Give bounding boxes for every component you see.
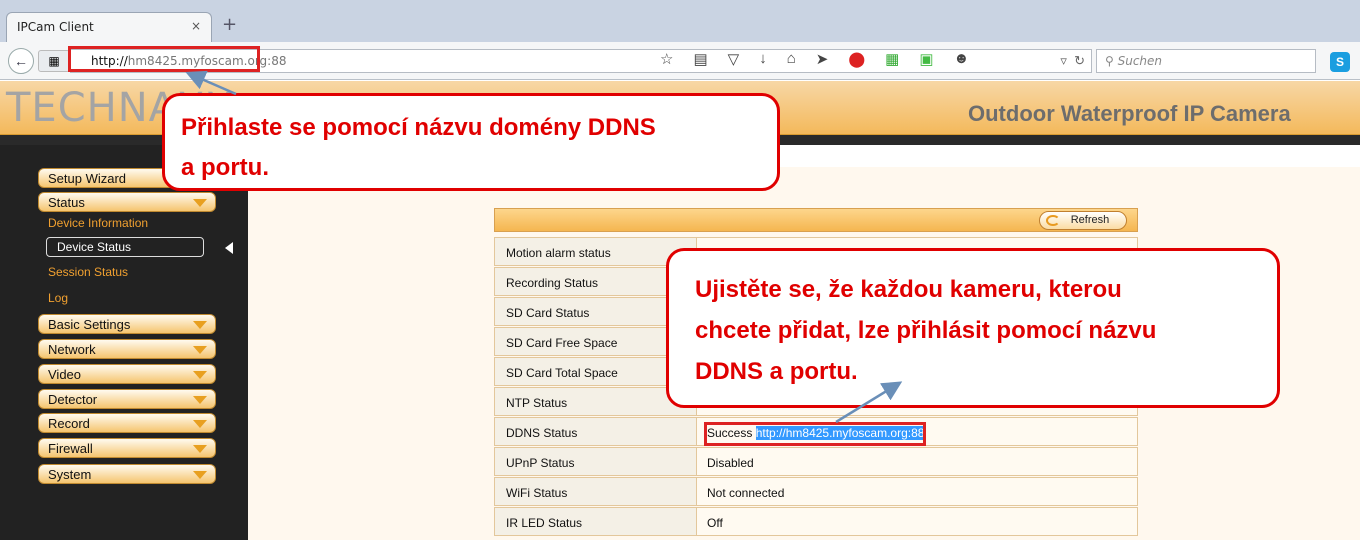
menu-system[interactable]: System: [38, 464, 216, 484]
callout-text: a portu.: [181, 154, 269, 181]
skype-icon[interactable]: S: [1330, 52, 1350, 72]
status-table-header: Refresh: [494, 208, 1138, 232]
home-icon[interactable]: ⌂: [787, 50, 796, 68]
menu-setup-wizard-label: Setup Wizard: [48, 171, 127, 186]
callout-text: chcete přidat, lze přihlásit pomocí názv…: [695, 317, 1157, 344]
callout-text: Ujistěte se, že každou kameru, kterou: [695, 276, 1122, 303]
menu-label: Network: [48, 342, 96, 357]
callout-ensure-login: Ujistěte se, že každou kameru, kterou ch…: [666, 248, 1280, 408]
row-value: Off: [707, 516, 723, 530]
row-value: Not connected: [707, 486, 785, 500]
chevron-down-icon: [193, 321, 207, 329]
table-row: IR LED Status Off: [494, 507, 1138, 536]
menu-label: Video: [48, 367, 82, 382]
green-extension-icon[interactable]: ▣: [919, 50, 933, 68]
reading-list-icon[interactable]: ▤: [693, 50, 707, 68]
send-icon[interactable]: ➤: [816, 50, 829, 68]
chevron-down-icon: [193, 199, 207, 207]
row-label: WiFi Status: [495, 478, 697, 505]
menu-record[interactable]: Record: [38, 413, 216, 433]
row-label: DDNS Status: [495, 418, 697, 445]
menu-label: System: [48, 467, 92, 482]
row-label: UPnP Status: [495, 448, 697, 475]
back-arrow-icon[interactable]: ←: [8, 48, 34, 74]
submenu-log[interactable]: Log: [48, 291, 68, 305]
page-title: Outdoor Waterproof IP Camera: [968, 101, 1291, 126]
menu-label: Basic Settings: [48, 317, 131, 332]
chevron-down-icon: [193, 371, 207, 379]
search-input[interactable]: ⚲ Suchen: [1096, 49, 1316, 73]
menu-status-label: Status: [48, 195, 85, 210]
row-value: Disabled: [707, 456, 754, 470]
refresh-label: Refresh: [1070, 214, 1110, 226]
submenu-device-status[interactable]: Device Status: [46, 237, 204, 257]
extension-icon[interactable]: ▦: [885, 50, 899, 68]
adblock-icon[interactable]: ⬤: [848, 50, 865, 68]
close-tab-icon[interactable]: ×: [191, 19, 201, 33]
submenu-device-information[interactable]: Device Information: [48, 216, 148, 230]
callout-text: Přihlaste se pomocí názvu domény DDNS: [181, 114, 656, 141]
chat-icon[interactable]: ☻: [954, 50, 970, 68]
menu-label: Record: [48, 416, 90, 431]
chevron-down-icon: [193, 396, 207, 404]
new-tab-icon[interactable]: +: [222, 14, 237, 35]
chevron-down-icon: [193, 420, 207, 428]
chevron-down-icon: [193, 471, 207, 479]
chevron-down-icon: [193, 346, 207, 354]
active-pointer-icon: [225, 242, 233, 254]
menu-detector[interactable]: Detector: [38, 389, 216, 409]
pocket-icon[interactable]: ▽: [728, 50, 740, 68]
search-placeholder: Suchen: [1117, 54, 1163, 68]
browser-tab[interactable]: IPCam Client ×: [6, 12, 212, 42]
browser-tabbar: IPCam Client × +: [0, 0, 1360, 42]
menu-basic-settings[interactable]: Basic Settings: [38, 314, 216, 334]
download-icon[interactable]: ↓: [759, 50, 767, 68]
ddns-highlight-box: [704, 422, 926, 446]
row-label: IR LED Status: [495, 508, 697, 535]
tab-title: IPCam Client: [17, 20, 94, 34]
menu-label: Firewall: [48, 441, 93, 456]
menu-network[interactable]: Network: [38, 339, 216, 359]
reload-icon[interactable]: ▿ ↻: [1060, 53, 1085, 69]
submenu-session-status[interactable]: Session Status: [48, 265, 128, 279]
refresh-icon: [1046, 215, 1060, 226]
menu-label: Detector: [48, 392, 98, 407]
url-highlight-box: [68, 46, 260, 72]
table-row: UPnP Status Disabled: [494, 447, 1138, 476]
menu-status[interactable]: Status: [38, 192, 216, 212]
callout-login-ddns: Přihlaste se pomocí názvu domény DDNS a …: [162, 93, 780, 191]
refresh-button[interactable]: Refresh: [1039, 211, 1127, 230]
callout-text: DDNS a portu.: [695, 358, 858, 385]
bookmark-star-icon[interactable]: ☆: [660, 50, 673, 68]
menu-firewall[interactable]: Firewall: [38, 438, 216, 458]
table-row: WiFi Status Not connected: [494, 477, 1138, 506]
site-identity-icon[interactable]: ▦: [38, 50, 70, 72]
toolbar-icons: ☆ ▤ ▽ ↓ ⌂ ➤ ⬤ ▦ ▣ ☻: [660, 50, 969, 68]
chevron-down-icon: [193, 445, 207, 453]
menu-video[interactable]: Video: [38, 364, 216, 384]
